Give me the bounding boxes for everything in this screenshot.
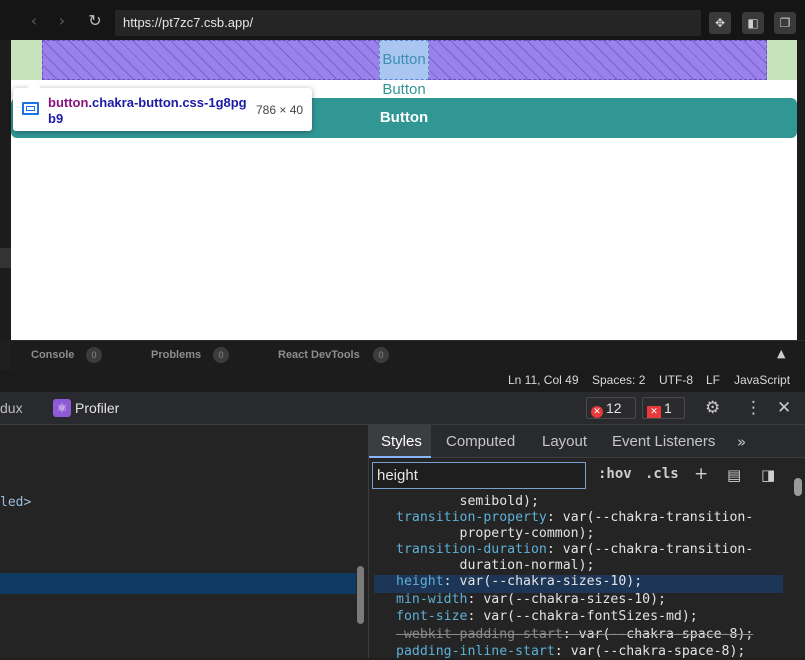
inspect-tooltip: button.chakra-button.css-1g8pgb9 786 × 4… bbox=[13, 81, 312, 131]
css-colon: : bbox=[443, 574, 460, 589]
tab-react-devtools[interactable]: React DevTools bbox=[278, 349, 360, 361]
css-declaration[interactable]: -webkit-padding-start: var(--chakra-spac… bbox=[396, 627, 753, 643]
css-property-name[interactable]: height bbox=[396, 574, 444, 589]
line-ending[interactable]: LF bbox=[706, 373, 720, 387]
tab-console[interactable]: Console bbox=[31, 349, 74, 361]
css-property-name[interactable]: transition-duration bbox=[396, 542, 547, 557]
css-declaration[interactable]: font-size: var(--chakra-fontSizes-md); bbox=[396, 609, 698, 625]
back-icon[interactable]: ‹ bbox=[25, 12, 43, 30]
more-tabs-icon[interactable]: » bbox=[737, 433, 746, 451]
css-property-value[interactable]: var(--chakra-space-8); bbox=[579, 627, 754, 642]
language-mode[interactable]: JavaScript bbox=[734, 373, 790, 387]
console-count-badge: 0 bbox=[86, 347, 102, 363]
error-counter[interactable]: ✕ 12 bbox=[586, 397, 636, 419]
css-property-value[interactable]: var(--chakra-transition- bbox=[563, 510, 754, 525]
close-icon[interactable]: ✕ bbox=[777, 398, 791, 418]
css-colon: : bbox=[554, 644, 571, 659]
css-declaration[interactable]: transition-property: var(--chakra-transi… bbox=[396, 510, 753, 526]
flex-layout-icon bbox=[22, 102, 39, 115]
css-declaration[interactable]: transition-duration: var(--chakra-transi… bbox=[396, 542, 753, 558]
css-property-name[interactable]: padding-inline-start bbox=[396, 644, 555, 659]
new-rule-icon[interactable]: + bbox=[694, 464, 708, 484]
css-property-name[interactable]: transition-property bbox=[396, 510, 547, 525]
move-icon[interactable]: ✥ bbox=[709, 12, 731, 34]
tab-layout[interactable]: Layout bbox=[542, 433, 587, 450]
tab-computed[interactable]: Computed bbox=[446, 433, 515, 450]
css-property-value[interactable]: var(--chakra-transition- bbox=[563, 542, 754, 557]
elements-scrollbar[interactable] bbox=[357, 566, 364, 624]
css-property-value[interactable]: var(--chakra-sizes-10); bbox=[483, 592, 666, 607]
hover-state-button[interactable]: :hov bbox=[598, 466, 632, 482]
console-tab-strip bbox=[11, 340, 805, 370]
selector-tag: button bbox=[48, 95, 89, 110]
css-property-name[interactable]: -webkit-padding-start bbox=[396, 627, 563, 642]
indentation[interactable]: Spaces: 2 bbox=[592, 373, 645, 387]
preview-pane: Button Button Button bbox=[11, 40, 797, 340]
css-declaration[interactable]: semibold); bbox=[396, 494, 539, 510]
css-property-value[interactable]: duration-normal); bbox=[396, 558, 595, 573]
css-declaration[interactable]: min-width: var(--chakra-sizes-10); bbox=[396, 592, 666, 608]
tab-profiler[interactable]: Profiler bbox=[75, 400, 119, 416]
more-options-icon[interactable]: ⋮ bbox=[745, 398, 762, 418]
css-declaration[interactable]: duration-normal); bbox=[396, 558, 595, 574]
selected-dom-node[interactable] bbox=[0, 573, 356, 594]
class-toggle-button[interactable]: .cls bbox=[645, 466, 679, 482]
chevron-up-icon[interactable]: ▲ bbox=[777, 347, 785, 360]
styles-scrollbar[interactable] bbox=[794, 478, 802, 496]
encoding[interactable]: UTF-8 bbox=[659, 373, 693, 387]
css-property-value[interactable]: var(--chakra-fontSizes-md); bbox=[483, 609, 697, 624]
element-selector: button.chakra-button.css-1g8pgb9 bbox=[48, 95, 248, 127]
preview-gutter bbox=[797, 40, 805, 340]
forward-icon[interactable]: › bbox=[53, 12, 71, 30]
reload-icon[interactable]: ↻ bbox=[86, 12, 104, 30]
editor-gutter bbox=[0, 40, 11, 340]
css-colon: : bbox=[467, 592, 484, 607]
css-colon: : bbox=[546, 510, 563, 525]
highlighted-button-label[interactable]: Button bbox=[11, 51, 797, 68]
dom-node-fragment[interactable]: led> bbox=[0, 495, 31, 510]
error-count: 12 bbox=[606, 400, 622, 416]
elements-panel bbox=[0, 425, 368, 658]
react-icon: ⚛ bbox=[53, 399, 71, 417]
css-property-value[interactable]: semibold); bbox=[396, 494, 539, 509]
cursor-position[interactable]: Ln 11, Col 49 bbox=[508, 373, 579, 387]
address-bar[interactable]: https://pt7zc7.csb.app/ bbox=[115, 10, 701, 36]
issue-counter[interactable]: ✕ 1 bbox=[642, 397, 685, 419]
css-property-value[interactable]: var(--chakra-space-8); bbox=[571, 644, 746, 659]
react-devtools-count-badge: 0 bbox=[373, 347, 389, 363]
split-view-icon[interactable]: ◧ bbox=[742, 12, 764, 34]
css-colon: : bbox=[467, 609, 484, 624]
element-dimensions: 786 × 40 bbox=[256, 103, 304, 117]
tab-redux[interactable]: dux bbox=[0, 400, 23, 416]
css-colon: : bbox=[546, 542, 563, 557]
issue-count: 1 bbox=[664, 400, 672, 416]
tab-problems[interactable]: Problems bbox=[151, 349, 201, 361]
tab-event-listeners[interactable]: Event Listeners bbox=[612, 433, 715, 450]
css-declaration[interactable]: height: var(--chakra-sizes-10); bbox=[396, 574, 642, 590]
new-window-icon[interactable]: ❐ bbox=[774, 12, 796, 34]
issue-icon: ✕ bbox=[647, 406, 661, 418]
problems-count-badge: 0 bbox=[213, 347, 229, 363]
error-icon: ✕ bbox=[591, 406, 603, 418]
styles-filter-input[interactable]: height bbox=[372, 462, 586, 489]
toggle-sidebar-icon[interactable]: ◨ bbox=[761, 466, 775, 484]
css-property-name[interactable]: min-width bbox=[396, 592, 467, 607]
css-property-value[interactable]: property-common); bbox=[396, 526, 595, 541]
css-property-value[interactable]: var(--chakra-sizes-10); bbox=[460, 574, 643, 589]
tab-styles[interactable]: Styles bbox=[381, 433, 422, 450]
settings-gear-icon[interactable]: ⚙ bbox=[705, 398, 720, 418]
computed-styles-icon[interactable]: ▤ bbox=[727, 466, 741, 484]
css-colon: : bbox=[562, 627, 579, 642]
css-property-name[interactable]: font-size bbox=[396, 609, 467, 624]
css-declaration[interactable]: property-common); bbox=[396, 526, 595, 542]
